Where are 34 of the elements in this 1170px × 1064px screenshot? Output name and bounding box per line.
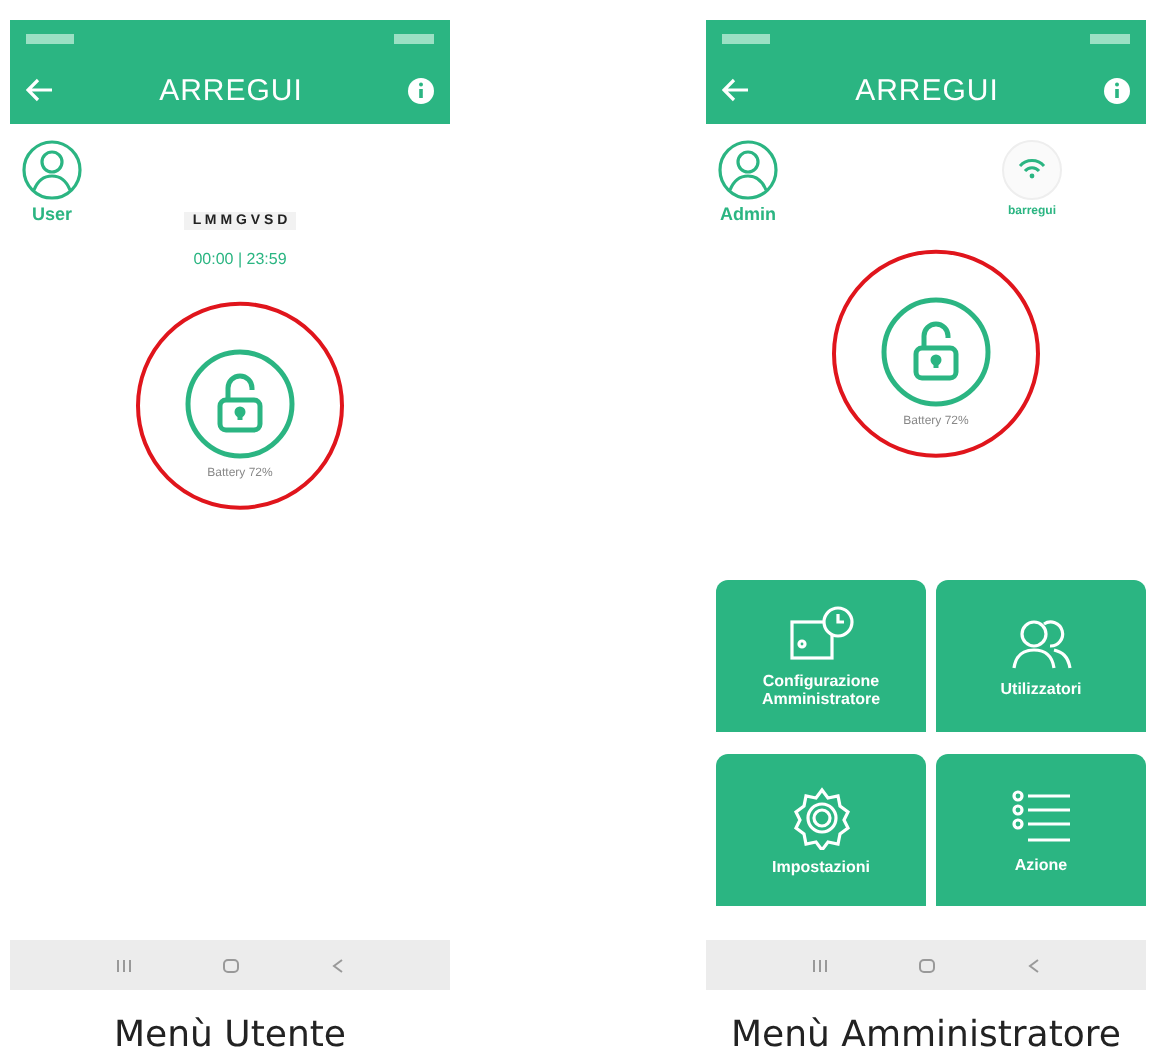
info-icon[interactable] <box>408 77 434 103</box>
user-avatar-icon[interactable] <box>22 140 82 200</box>
app-logo: ARREGUI <box>159 73 303 107</box>
role-label: Admin <box>720 204 776 224</box>
list-icon <box>1009 787 1073 847</box>
caption: Menù Utente <box>112 1014 348 1056</box>
back-arrow-icon[interactable] <box>26 78 54 102</box>
info-icon[interactable] <box>1104 77 1130 103</box>
menu-tile[interactable]: Utilizzatori <box>936 580 1146 732</box>
home-icon[interactable] <box>222 957 241 973</box>
recent-apps-icon[interactable] <box>811 957 828 973</box>
status-icons <box>394 33 434 43</box>
users-icon <box>1009 615 1073 671</box>
back-icon[interactable] <box>1028 957 1041 973</box>
role-label: User <box>31 204 72 224</box>
caption: Menù Amministratore <box>729 1014 1123 1056</box>
wifi-icon[interactable] <box>1002 140 1062 200</box>
schedule-time: 00:00 | 23:59 <box>193 250 287 268</box>
menu-tile[interactable]: Configurazione Amministratore <box>716 580 926 732</box>
app-logo: ARREGUI <box>855 73 999 107</box>
status-icons <box>722 33 770 43</box>
device-clock-icon <box>787 604 855 664</box>
back-arrow-icon[interactable] <box>722 78 750 102</box>
status-icons <box>26 33 74 43</box>
user-avatar-icon[interactable] <box>718 140 778 200</box>
unlocked-padlock-icon[interactable] <box>880 296 992 408</box>
back-icon[interactable] <box>332 957 345 973</box>
recent-apps-icon[interactable] <box>115 957 132 973</box>
status-icons <box>1090 33 1130 43</box>
menu-tile[interactable]: Impostazioni <box>716 754 926 906</box>
settings-icon <box>789 785 853 849</box>
home-icon[interactable] <box>918 957 937 973</box>
unlocked-padlock-icon[interactable] <box>184 348 296 460</box>
menu-tile[interactable]: Azione <box>936 754 1146 906</box>
